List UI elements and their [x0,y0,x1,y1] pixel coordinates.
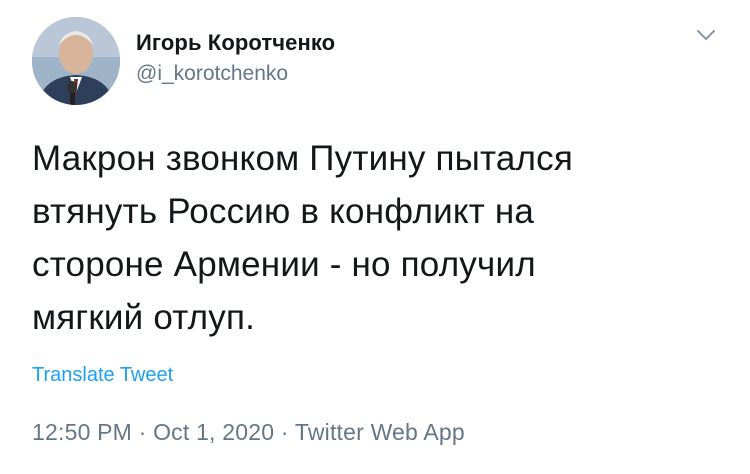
tweet-card: Игорь Коротченко @i_korotchenko Макрон з… [0,0,750,474]
separator: · [138,419,147,445]
user-handle[interactable]: @i_korotchenko [136,59,335,89]
tweet-text-line: Макрон звонком Путину пытался [32,139,573,178]
tweet-header: Игорь Коротченко @i_korotchenko [32,17,335,105]
translate-tweet-link[interactable]: Translate Tweet [32,364,173,387]
tweet-time[interactable]: 12:50 PM [32,419,132,445]
tweet-date[interactable]: Oct 1, 2020 [153,419,274,445]
display-name[interactable]: Игорь Коротченко [136,29,335,57]
avatar[interactable] [32,17,120,105]
avatar-image [32,17,120,105]
tweet-meta: 12:50 PM · Oct 1, 2020 · Twitter Web App [32,419,465,446]
tweet-text: Макрон звонком Путину пытался втянуть Ро… [32,132,722,344]
tweet-text-line: стороне Армении - но получил [32,245,536,284]
chevron-down-icon[interactable] [696,28,716,42]
tweet-text-line: мягкий отлуп. [32,298,256,337]
separator: · [280,419,289,445]
author-names: Игорь Коротченко @i_korotchenko [136,29,335,89]
tweet-text-line: втянуть Россию в конфликт на [32,192,535,231]
tweet-source[interactable]: Twitter Web App [295,419,465,445]
